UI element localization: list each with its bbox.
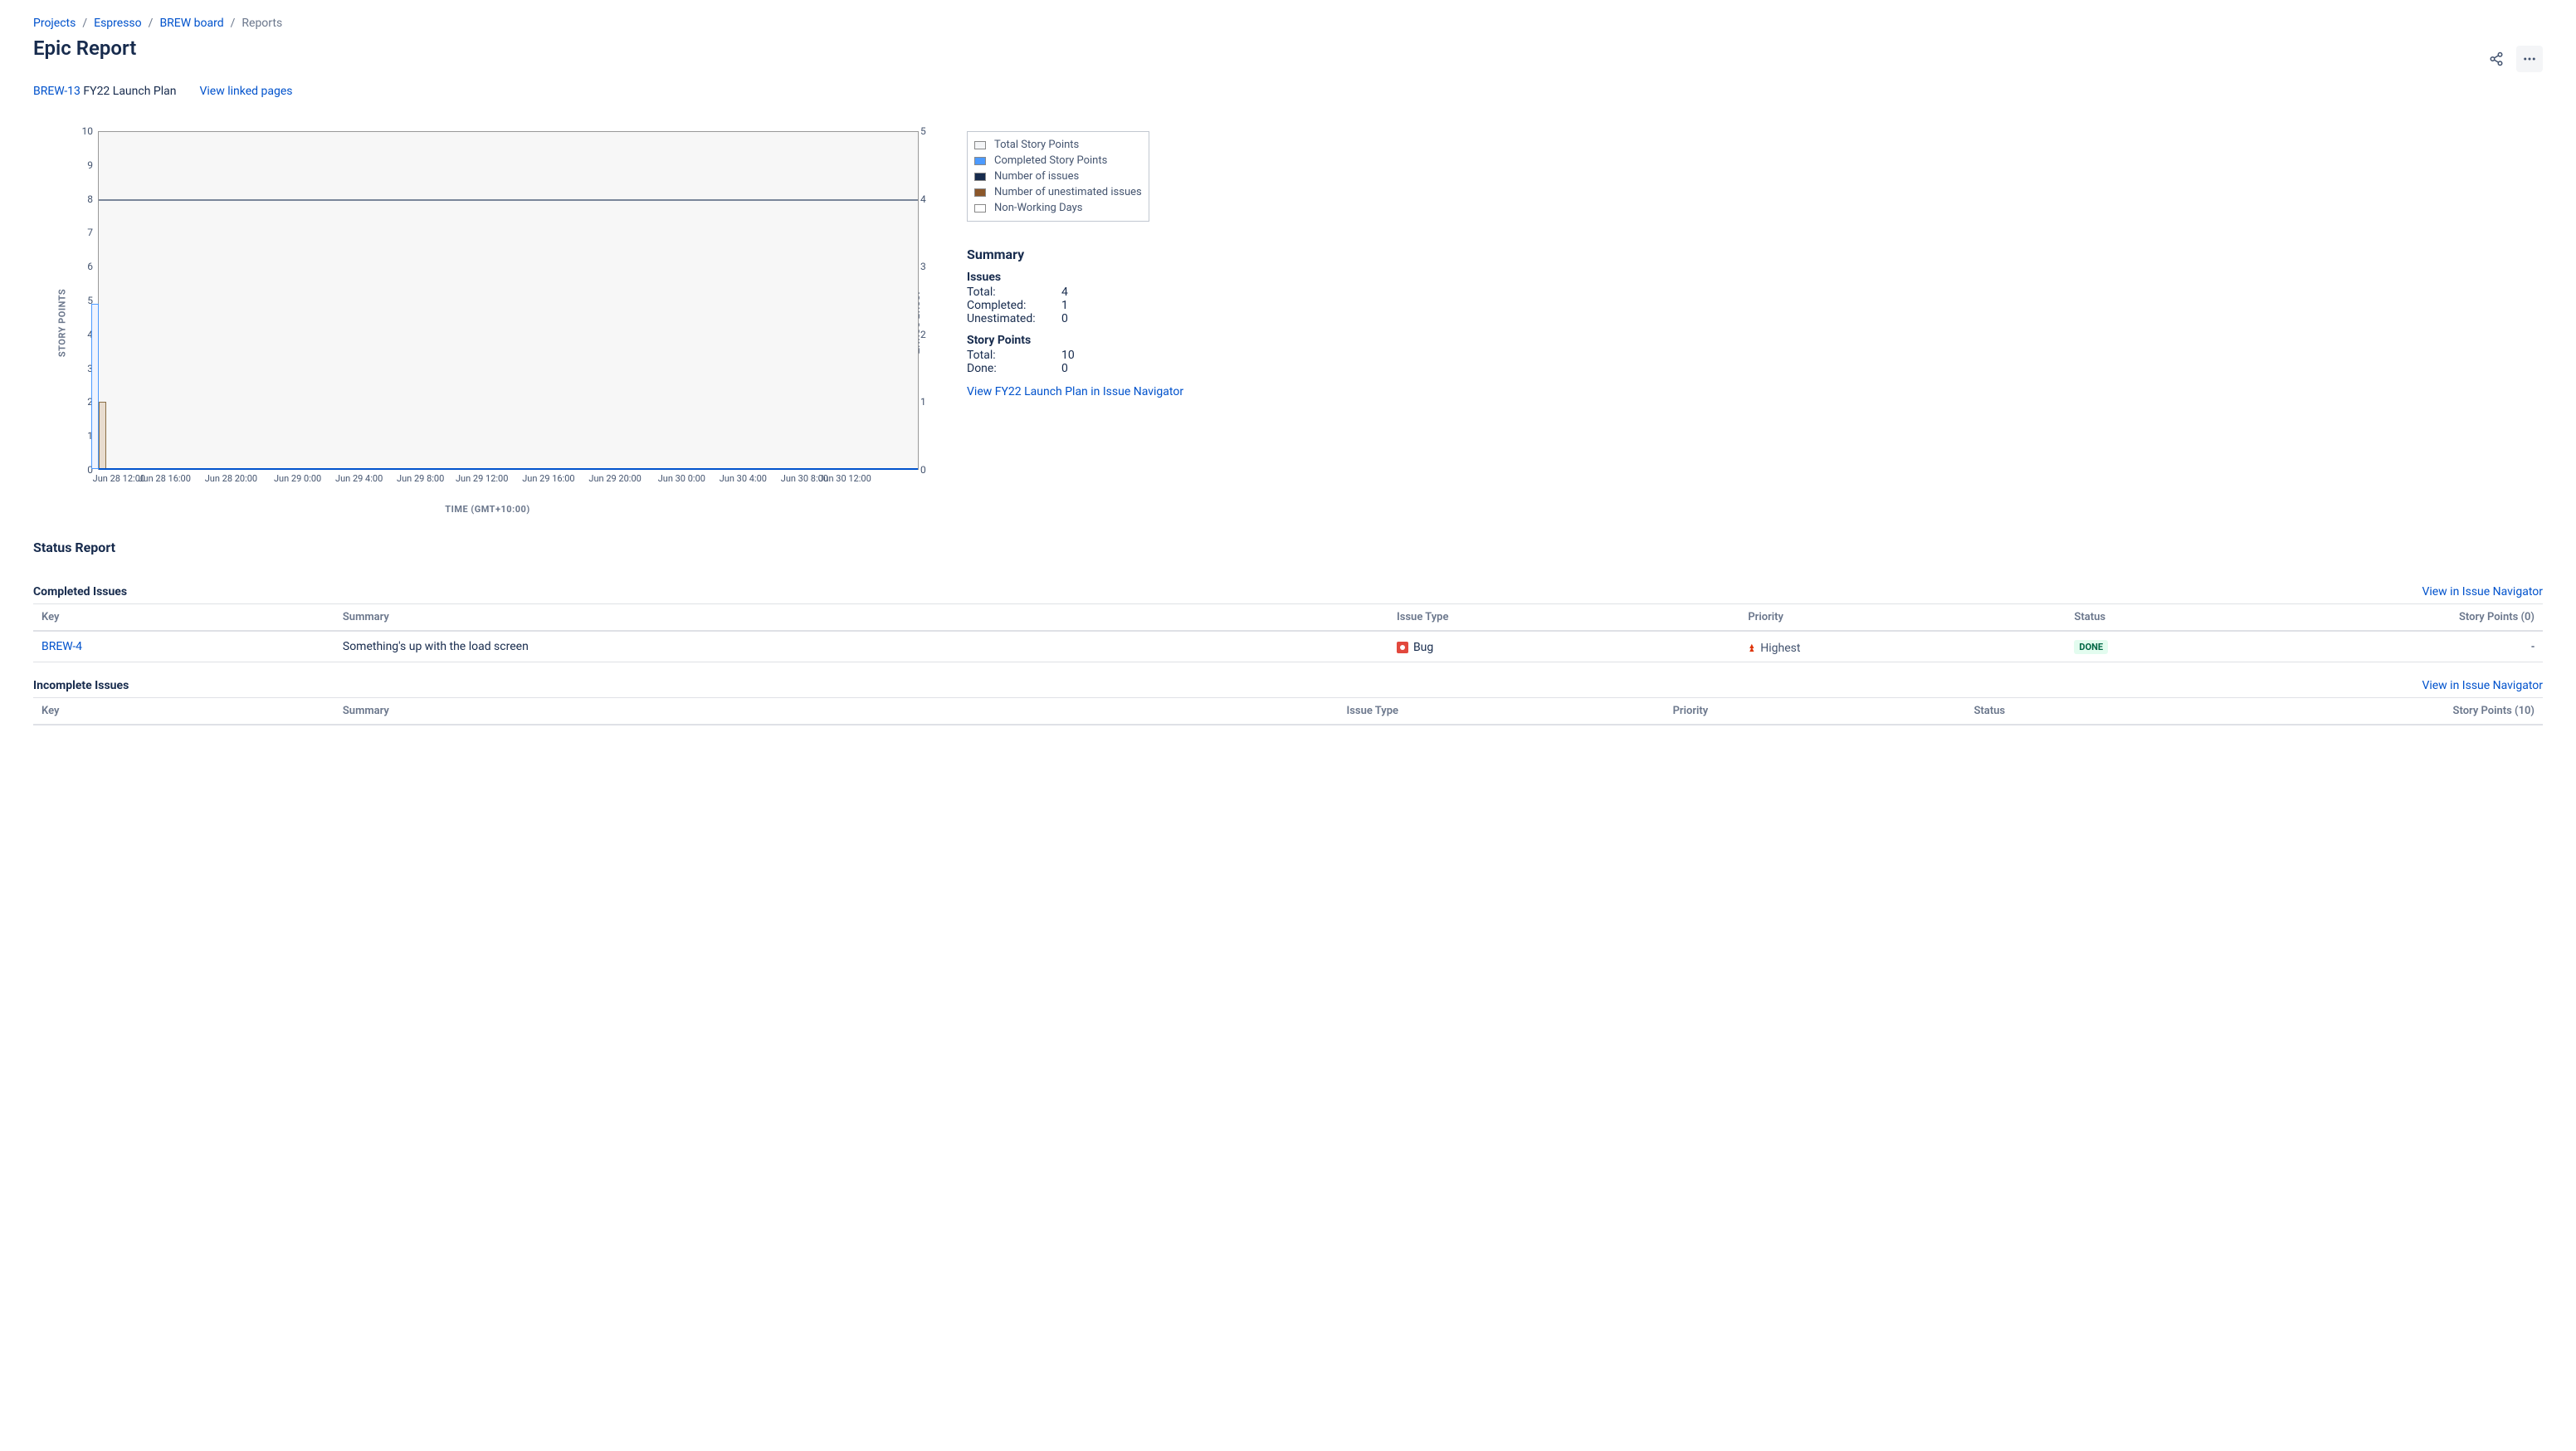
summary-label: Unestimated: (967, 312, 1050, 325)
completed-view-in-navigator-link[interactable]: View in Issue Navigator (2422, 585, 2543, 598)
more-actions-button[interactable] (2516, 46, 2543, 72)
page-title: Epic Report (33, 37, 136, 60)
col-status[interactable]: Status (1965, 698, 2266, 726)
col-priority[interactable]: Priority (1665, 698, 1966, 726)
epic-key-link[interactable]: BREW-13 (33, 85, 80, 98)
col-summary[interactable]: Summary (334, 698, 1339, 726)
incomplete-issues-table: Key Summary Issue Type Priority Status S… (33, 697, 2543, 726)
priority-highest-icon: ▲▲ (1748, 645, 1755, 652)
summary-value: 0 (1061, 312, 1068, 325)
col-priority[interactable]: Priority (1739, 604, 2066, 632)
summary-value: 1 (1061, 299, 1068, 312)
breadcrumb-separator: / (149, 17, 154, 30)
summary-label: Done: (967, 362, 1050, 375)
summary-value: 0 (1061, 362, 1068, 375)
breadcrumb-brew-board[interactable]: BREW board (159, 17, 223, 30)
col-key[interactable]: Key (33, 698, 334, 726)
summary-panel: Summary Issues Total: 4 Completed: 1 Unest… (967, 247, 2543, 398)
legend-swatch-nonworking (974, 204, 986, 213)
legend-swatch-completed (974, 157, 986, 165)
completed-issues-table: Key Summary Issue Type Priority Status S… (33, 603, 2543, 662)
story-points-value: - (2317, 631, 2543, 662)
breadcrumb-projects[interactable]: Projects (33, 17, 76, 30)
status-badge: DONE (2074, 640, 2108, 654)
summary-issues-heading: Issues (967, 271, 2543, 284)
breadcrumb-reports: Reports (242, 17, 282, 30)
breadcrumb-espresso[interactable]: Espresso (94, 17, 142, 30)
summary-value: 4 (1061, 286, 1068, 299)
share-button[interactable] (2483, 46, 2510, 72)
completed-issues-section: Completed Issues View in Issue Navigator… (33, 569, 2543, 662)
share-icon (2489, 51, 2504, 66)
legend-swatch-issues (974, 173, 986, 181)
epic-reference: BREW-13 FY22 Launch Plan (33, 85, 176, 98)
epic-title: FY22 Launch Plan (83, 85, 176, 98)
breadcrumb: Projects / Espresso / BREW board / Repor… (33, 17, 2543, 30)
view-in-issue-navigator-link[interactable]: View FY22 Launch Plan in Issue Navigator (967, 385, 1183, 398)
issue-key-link[interactable]: BREW-4 (41, 640, 82, 653)
summary-label: Completed: (967, 299, 1050, 312)
col-summary[interactable]: Summary (334, 604, 1388, 632)
summary-label: Total: (967, 349, 1050, 362)
col-status[interactable]: Status (2066, 604, 2316, 632)
incomplete-view-in-navigator-link[interactable]: View in Issue Navigator (2422, 679, 2543, 692)
summary-heading: Summary (967, 247, 2543, 262)
breadcrumb-separator: / (82, 17, 87, 30)
col-type[interactable]: Issue Type (1338, 698, 1664, 726)
issue-summary: Something's up with the load screen (334, 631, 1388, 662)
chart-plot-area (98, 131, 919, 470)
y-axis-left-ticks: 10 9 8 7 6 5 4 3 2 1 0 (71, 131, 93, 470)
summary-label: Total: (967, 286, 1050, 299)
legend-label: Completed Story Points (994, 154, 1107, 167)
col-story-points[interactable]: Story Points (0) (2317, 604, 2543, 632)
completed-issues-heading: Completed Issues (33, 585, 127, 598)
chart-legend: Total Story Points Completed Story Point… (967, 131, 1149, 222)
bug-icon (1397, 642, 1408, 653)
col-type[interactable]: Issue Type (1388, 604, 1739, 632)
priority: ▲▲ Highest (1748, 642, 1800, 655)
legend-label: Number of unestimated issues (994, 186, 1142, 198)
more-icon (2522, 51, 2537, 66)
legend-label: Non-Working Days (994, 202, 1082, 214)
summary-sp-heading: Story Points (967, 334, 2543, 347)
line-completed-story-points (99, 468, 918, 470)
bar-number-of-issues (91, 304, 99, 469)
incomplete-issues-section: Incomplete Issues View in Issue Navigato… (33, 662, 2543, 726)
legend-swatch-total (974, 141, 986, 149)
legend-label: Total Story Points (994, 139, 1079, 151)
breadcrumb-separator: / (231, 17, 236, 30)
x-axis-ticks: Jun 28 12:00 Jun 28 16:00 Jun 28 20:00 J… (98, 473, 919, 486)
col-key[interactable]: Key (33, 604, 334, 632)
issue-type: Bug (1397, 641, 1433, 654)
view-linked-pages-link[interactable]: View linked pages (199, 85, 292, 98)
line-total-story-points (99, 199, 918, 201)
status-report-heading: Status Report (33, 540, 2543, 555)
legend-label: Number of issues (994, 170, 1079, 183)
col-story-points[interactable]: Story Points (10) (2266, 698, 2543, 726)
legend-swatch-unestimated (974, 188, 986, 197)
summary-value: 10 (1061, 349, 1075, 362)
y-axis-left-label: STORY POINTS (57, 289, 68, 357)
incomplete-issues-heading: Incomplete Issues (33, 679, 129, 692)
bar-unestimated-issues (99, 402, 106, 469)
x-axis-label: TIME (GMT+10:00) (33, 504, 942, 515)
epic-report-chart: STORY POINTS ISSUE COUNT 10 9 8 7 6 5 4 … (33, 131, 942, 515)
table-row: BREW-4 Something's up with the load scre… (33, 631, 2543, 662)
y-axis-right-ticks: 5 4 3 2 1 0 (920, 131, 935, 470)
